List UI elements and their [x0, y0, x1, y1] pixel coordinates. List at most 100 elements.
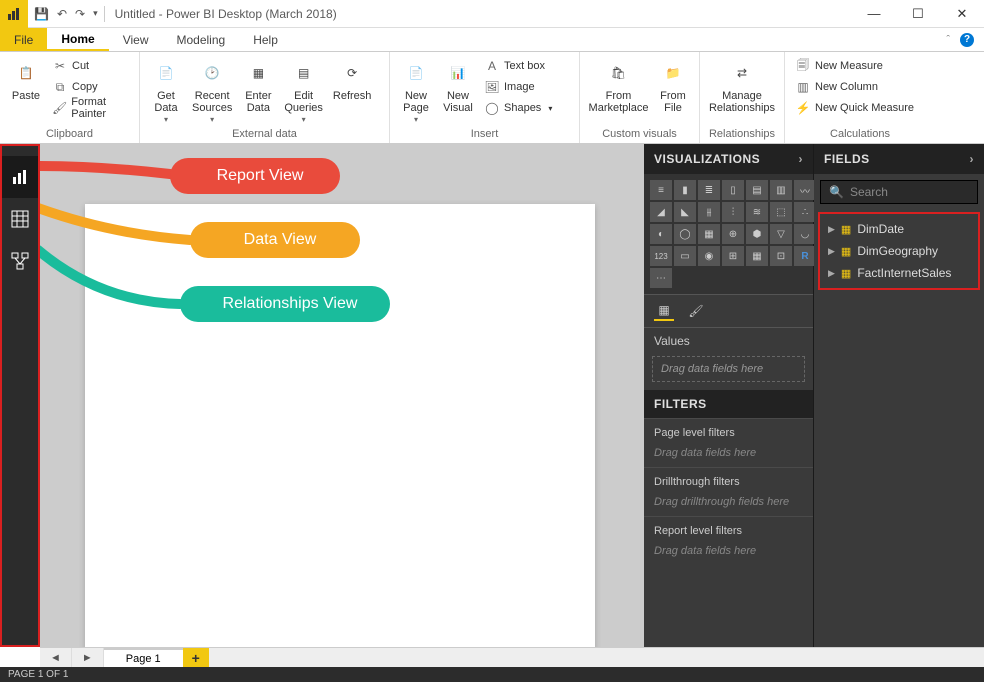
new-column-button[interactable]: ▥New Column — [791, 77, 918, 97]
edit-queries-button[interactable]: ▤Edit Queries▾ — [280, 56, 327, 126]
textbox-button[interactable]: AText box — [480, 56, 556, 76]
viz-clustered-bar[interactable]: ≣ — [698, 180, 720, 200]
get-data-icon: 📄 — [151, 58, 181, 88]
viz-stacked-column[interactable]: ▮ — [674, 180, 696, 200]
viz-card[interactable]: 123 — [650, 246, 672, 266]
viz-kpi[interactable]: ◉ — [698, 246, 720, 266]
paste-button[interactable]: 📋 Paste — [6, 56, 46, 104]
quick-measure-icon: ⚡ — [795, 100, 811, 116]
visualizations-header[interactable]: VISUALIZATIONS › — [644, 144, 813, 174]
viz-stacked-area[interactable]: ◣ — [674, 202, 696, 222]
page-tab-1[interactable]: Page 1 — [104, 648, 183, 667]
page-status: PAGE 1 OF 1 — [8, 669, 68, 680]
shapes-button[interactable]: ◯Shapes▾ — [480, 98, 556, 118]
format-tab[interactable]: 🖌 — [686, 301, 706, 321]
visualization-gallery: ≡ ▮ ≣ ▯ ▤ ▥ 〰 ◢ ◣ ⫵ ⫶ ≋ ⬚ ∴ ◐ ◯ ▦ ⊕ ⬢ ▽ … — [644, 174, 813, 294]
filters-header: FILTERS — [644, 390, 813, 418]
viz-gauge[interactable]: ◡ — [794, 224, 816, 244]
measure-icon: 🗐 — [795, 58, 811, 74]
expand-icon: ▶ — [828, 268, 835, 279]
close-button[interactable]: ✕ — [940, 0, 984, 28]
copy-button[interactable]: ⧉Copy — [48, 77, 133, 97]
save-icon[interactable]: 💾 — [34, 7, 49, 21]
viz-pie[interactable]: ◐ — [650, 224, 672, 244]
viz-more[interactable]: ⋯ — [650, 268, 672, 288]
image-button[interactable]: 🖼Image — [480, 77, 556, 97]
viz-treemap[interactable]: ▦ — [698, 224, 720, 244]
recent-sources-button[interactable]: 🕑Recent Sources▾ — [188, 56, 236, 126]
viz-matrix[interactable]: ⊡ — [770, 246, 792, 266]
tab-modeling[interactable]: Modeling — [162, 28, 239, 51]
from-marketplace-button[interactable]: 🛍From Marketplace — [586, 56, 651, 116]
viz-ribbon[interactable]: ≋ — [746, 202, 768, 222]
format-painter-button[interactable]: 🖌Format Painter — [48, 98, 133, 118]
viz-100-column[interactable]: ▥ — [770, 180, 792, 200]
quick-access-toolbar: 💾 ↶ ↷ ▾ — [28, 7, 104, 21]
report-filters-drop[interactable]: Drag data fields here — [644, 541, 813, 565]
viz-line-column2[interactable]: ⫶ — [722, 202, 744, 222]
viz-filled-map[interactable]: ⬢ — [746, 224, 768, 244]
minimize-button[interactable]: — — [852, 0, 896, 28]
viz-area[interactable]: ◢ — [650, 202, 672, 222]
add-page-button[interactable]: + — [183, 648, 209, 667]
tab-help[interactable]: Help — [239, 28, 292, 51]
collapse-ribbon-icon[interactable]: ˆ — [946, 34, 950, 46]
viz-r[interactable]: R — [794, 246, 816, 266]
viz-map[interactable]: ⊕ — [722, 224, 744, 244]
page-filters-label: Page level filters — [644, 418, 813, 443]
enter-data-button[interactable]: ▦Enter Data — [238, 56, 278, 116]
table-dimgeography[interactable]: ▶▦DimGeography — [820, 240, 978, 262]
viz-line-column[interactable]: ⫵ — [698, 202, 720, 222]
viz-table[interactable]: ▦ — [746, 246, 768, 266]
new-measure-button[interactable]: 🗐New Measure — [791, 56, 918, 76]
viz-clustered-column[interactable]: ▯ — [722, 180, 744, 200]
redo-icon[interactable]: ↷ — [75, 7, 85, 21]
tab-home[interactable]: Home — [47, 28, 108, 51]
drillthrough-filters-drop[interactable]: Drag drillthrough fields here — [644, 492, 813, 516]
relationships-icon: ⇄ — [727, 58, 757, 88]
viz-scatter[interactable]: ∴ — [794, 202, 816, 222]
title-bar: 💾 ↶ ↷ ▾ Untitled - Power BI Desktop (Mar… — [0, 0, 984, 28]
fields-search[interactable]: 🔍 Search — [820, 180, 978, 204]
page-filters-drop[interactable]: Drag data fields here — [644, 443, 813, 467]
file-tab[interactable]: File — [0, 28, 47, 51]
viz-100-bar[interactable]: ▤ — [746, 180, 768, 200]
data-view-button[interactable] — [2, 198, 38, 240]
qat-dropdown-icon[interactable]: ▾ — [93, 8, 98, 19]
undo-icon[interactable]: ↶ — [57, 7, 67, 21]
table-factinternetsales[interactable]: ▶▦FactInternetSales — [820, 262, 978, 284]
group-label: Insert — [390, 126, 579, 143]
group-label: Clipboard — [0, 126, 139, 143]
viz-donut[interactable]: ◯ — [674, 224, 696, 244]
enter-data-icon: ▦ — [243, 58, 273, 88]
table-dimdate[interactable]: ▶▦DimDate — [820, 218, 978, 240]
viz-funnel[interactable]: ▽ — [770, 224, 792, 244]
marketplace-icon: 🛍 — [604, 58, 634, 88]
viz-line[interactable]: 〰 — [794, 180, 816, 200]
page-nav-prev[interactable]: ◄ — [40, 648, 72, 667]
get-data-button[interactable]: 📄Get Data▾ — [146, 56, 186, 126]
fields-header[interactable]: FIELDS › — [814, 144, 984, 174]
page-nav-next[interactable]: ► — [72, 648, 104, 667]
report-view-button[interactable] — [2, 156, 38, 198]
new-visual-button[interactable]: 📊New Visual — [438, 56, 478, 116]
report-canvas[interactable] — [85, 204, 595, 647]
viz-multi-card[interactable]: ▭ — [674, 246, 696, 266]
fields-tab[interactable]: ▦ — [654, 301, 674, 321]
table-icon: ▦ — [841, 223, 851, 236]
new-quick-measure-button[interactable]: ⚡New Quick Measure — [791, 98, 918, 118]
fields-table-list: ▶▦DimDate ▶▦DimGeography ▶▦FactInternetS… — [818, 212, 980, 290]
refresh-button[interactable]: ⟳Refresh — [329, 56, 376, 104]
viz-stacked-bar[interactable]: ≡ — [650, 180, 672, 200]
tab-view[interactable]: View — [109, 28, 163, 51]
maximize-button[interactable]: ☐ — [896, 0, 940, 28]
help-icon[interactable]: ? — [960, 33, 974, 47]
cut-button[interactable]: ✂Cut — [48, 56, 133, 76]
viz-slicer[interactable]: ⊞ — [722, 246, 744, 266]
relationships-view-button[interactable] — [2, 240, 38, 282]
from-file-button[interactable]: 📁From File — [653, 56, 693, 116]
viz-waterfall[interactable]: ⬚ — [770, 202, 792, 222]
values-drop-zone[interactable]: Drag data fields here — [652, 356, 805, 382]
new-page-button[interactable]: 📄New Page▾ — [396, 56, 436, 126]
manage-relationships-button[interactable]: ⇄Manage Relationships — [706, 56, 778, 116]
